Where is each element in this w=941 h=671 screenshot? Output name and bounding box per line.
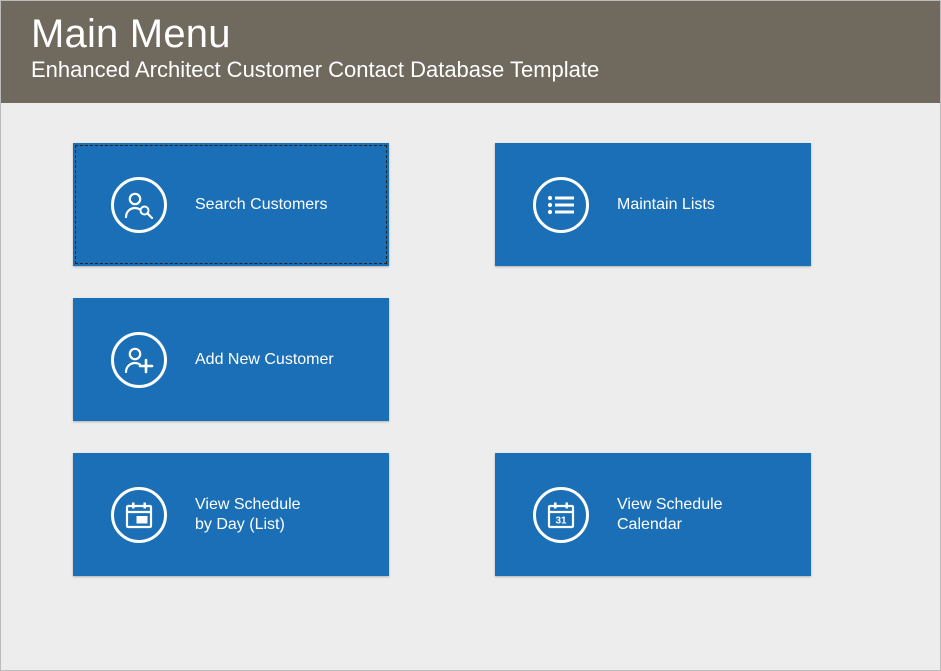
menu-row-3: View Scheduleby Day (List) 31 View Sched… <box>73 453 940 576</box>
add-new-customer-button[interactable]: Add New Customer <box>73 298 389 421</box>
menu-row-2: Add New Customer <box>73 298 940 421</box>
page-title: Main Menu <box>31 13 910 55</box>
person-search-icon <box>111 177 167 233</box>
search-customers-button[interactable]: Search Customers <box>73 143 389 266</box>
view-schedule-calendar-label: View ScheduleCalendar <box>617 495 723 535</box>
header: Main Menu Enhanced Architect Customer Co… <box>1 1 940 103</box>
menu-row-1: Search Customers Maintain Lists <box>73 143 940 266</box>
menu-grid: Search Customers Maintain Lists <box>73 143 940 576</box>
view-schedule-list-button[interactable]: View Scheduleby Day (List) <box>73 453 389 576</box>
svg-text:31: 31 <box>555 515 567 526</box>
maintain-lists-button[interactable]: Maintain Lists <box>495 143 811 266</box>
calendar-day-icon <box>111 487 167 543</box>
maintain-lists-label: Maintain Lists <box>617 195 715 215</box>
person-add-icon <box>111 332 167 388</box>
search-customers-label: Search Customers <box>195 195 328 215</box>
main-content: Search Customers Maintain Lists <box>1 103 940 576</box>
add-new-customer-label: Add New Customer <box>195 350 334 370</box>
list-icon <box>533 177 589 233</box>
view-schedule-calendar-button[interactable]: 31 View ScheduleCalendar <box>495 453 811 576</box>
calendar-icon: 31 <box>533 487 589 543</box>
page-subtitle: Enhanced Architect Customer Contact Data… <box>31 57 910 83</box>
view-schedule-list-label: View Scheduleby Day (List) <box>195 495 301 535</box>
